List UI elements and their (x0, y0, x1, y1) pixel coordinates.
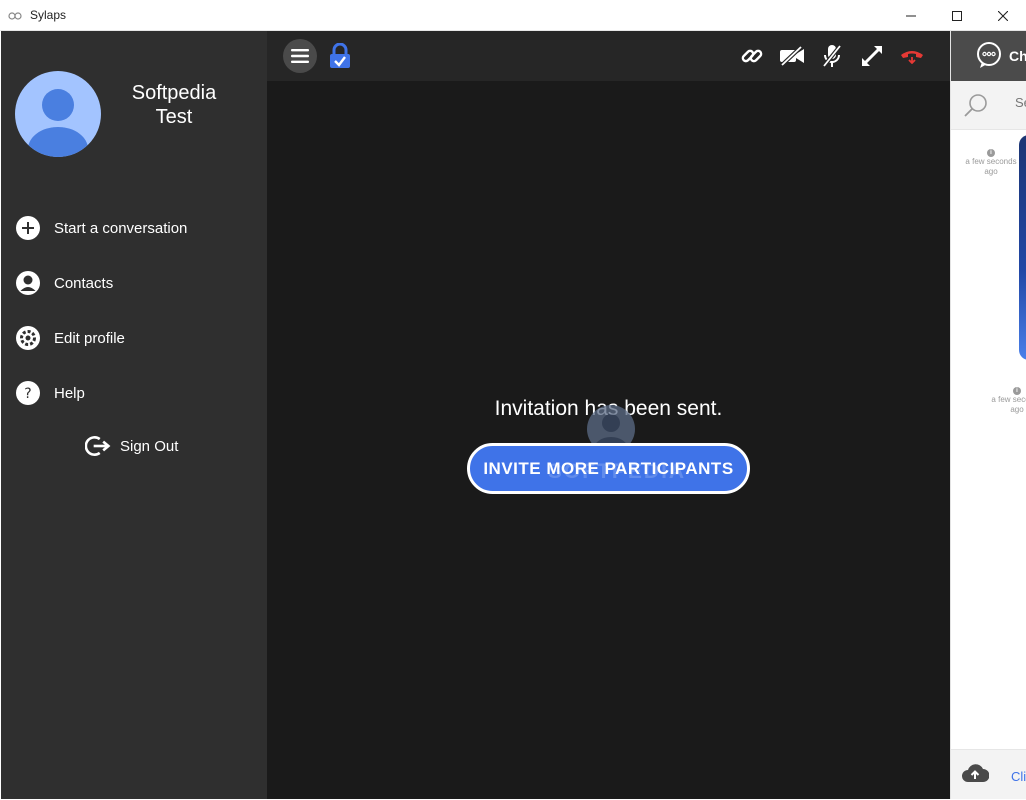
chat-bubble-icon (977, 42, 1001, 68)
sidebar: Softpedia Test Start a conversation Cont… (1, 31, 267, 799)
sidebar-item-contacts[interactable]: Contacts (15, 268, 255, 298)
message-timestamp: i a few seconds ago (991, 385, 1026, 415)
window-title: Sylaps (30, 8, 67, 22)
message-timestamp-text: a few seconds ago (991, 395, 1026, 414)
svg-text:?: ? (24, 386, 31, 402)
user-name-line2: Test (155, 106, 193, 128)
title-bar: Sylaps (0, 0, 1026, 31)
minimize-icon (906, 15, 916, 16)
gear-icon (15, 325, 41, 351)
close-button[interactable] (980, 0, 1026, 31)
message-timestamp-text: a few seconds ago (965, 157, 1017, 176)
user-name-line1: Softpedia (131, 82, 217, 104)
mic-off-icon (822, 44, 842, 68)
chat-message-bubble (1019, 135, 1026, 360)
upload-link[interactable]: Cli (1011, 769, 1026, 784)
info-icon: i (987, 149, 995, 157)
avatar[interactable] (15, 71, 101, 157)
cloud-upload-icon[interactable] (961, 762, 989, 784)
maximize-icon (952, 10, 962, 21)
secure-lock-button[interactable] (323, 39, 357, 73)
sylaps-logo-icon (8, 12, 22, 20)
share-link-button[interactable] (735, 39, 769, 73)
minimize-button[interactable] (888, 0, 934, 31)
close-icon (998, 10, 1008, 21)
sign-out-button[interactable]: Sign Out (85, 431, 178, 461)
sidebar-item-label: Edit profile (54, 329, 125, 347)
sidebar-item-label: Start a conversation (54, 219, 188, 237)
toggle-video-button[interactable] (775, 39, 809, 73)
video-off-icon (780, 46, 804, 66)
chat-panel: Ch i a few seconds ago i a few seconds a… (950, 31, 1026, 799)
message-timestamp: i a few seconds ago (965, 147, 1017, 177)
expand-icon (862, 46, 882, 66)
sidebar-item-label: Contacts (54, 274, 114, 292)
sidebar-item-start-conversation[interactable]: Start a conversation (15, 213, 255, 243)
fullscreen-button[interactable] (855, 39, 889, 73)
sidebar-item-help[interactable]: ? Help (15, 378, 255, 408)
phone-hangup-icon (901, 51, 923, 64)
chat-search-input[interactable] (1015, 95, 1026, 110)
sign-out-label: Sign Out (120, 437, 179, 455)
chat-header[interactable]: Ch (951, 31, 1026, 81)
sidebar-item-label: Help (54, 384, 85, 402)
plus-circle-icon (15, 215, 41, 241)
call-area: Invitation has been sent. INVITE MORE PA… (267, 31, 950, 799)
toggle-mic-button[interactable] (815, 39, 849, 73)
lock-check-icon (330, 43, 350, 68)
hang-up-button[interactable] (895, 39, 929, 73)
invite-more-participants-button[interactable]: INVITE MORE PARTICIPANTS (467, 443, 750, 494)
chat-footer: Cli (951, 749, 1026, 799)
sidebar-item-edit-profile[interactable]: Edit profile (15, 323, 255, 353)
menu-button[interactable] (283, 39, 317, 73)
chat-title: Ch (1009, 48, 1026, 64)
user-avatar-icon (28, 89, 88, 157)
sign-out-icon (85, 433, 111, 459)
link-icon (741, 49, 763, 63)
person-circle-icon (15, 270, 41, 296)
chat-search (951, 81, 1026, 130)
hamburger-icon (291, 49, 309, 63)
info-icon: i (1013, 387, 1021, 395)
user-name: Softpedia Test (119, 81, 229, 129)
call-toolbar (267, 31, 950, 81)
search-icon (964, 94, 987, 117)
maximize-button[interactable] (934, 0, 980, 31)
question-circle-icon: ? (15, 380, 41, 406)
